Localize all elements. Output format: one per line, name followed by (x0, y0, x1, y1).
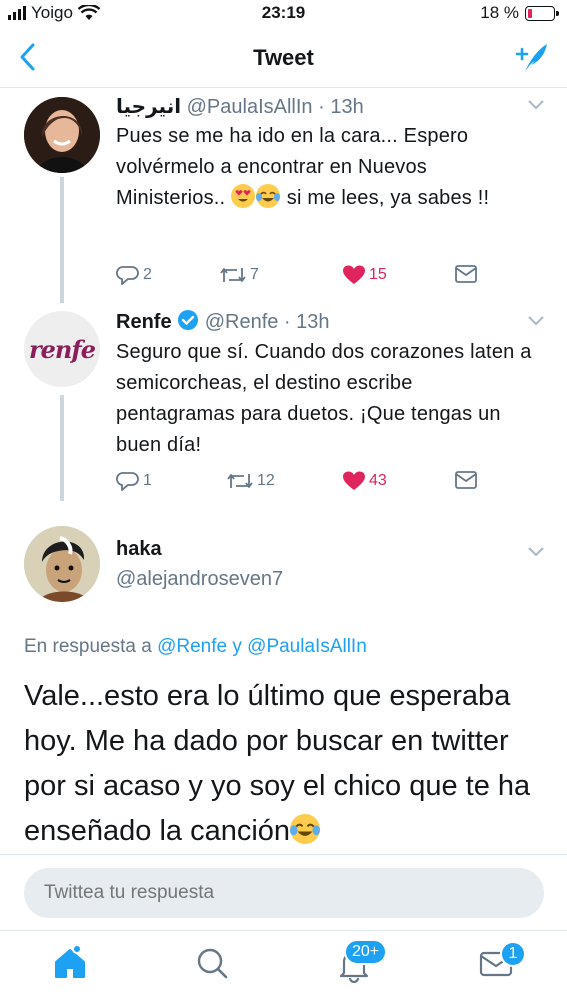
heart-icon (343, 265, 365, 284)
compose-icon[interactable] (513, 40, 549, 76)
reply-icon (116, 472, 139, 491)
main-tweet-text-body: Vale...esto era lo último que esperaba h… (24, 680, 531, 847)
heart-icon (343, 471, 365, 490)
avatar[interactable]: renfe (24, 311, 100, 387)
tweet-text: Seguro que sí. Cuando dos corazones late… (116, 341, 532, 456)
status-bar: Yoigo 23:19 18 % (0, 0, 567, 28)
main-tweet-handle[interactable]: @alejandroseven7 (116, 568, 283, 591)
reply-count: 1 (143, 472, 152, 489)
dm-icon (455, 265, 477, 283)
tweet-paula[interactable]: انيرجيا @PaulaIsAllIn · 13h Pues se me h… (0, 89, 567, 303)
tears-of-joy-emoji (290, 814, 321, 844)
reply-button[interactable]: 1 (116, 470, 152, 492)
main-tweet-text: Vale...esto era lo último que esperaba h… (24, 674, 544, 854)
reply-prefix: En respuesta a (24, 636, 158, 657)
retweet-count: 7 (250, 266, 259, 283)
thread-line (60, 395, 64, 501)
nav-bar: Tweet (0, 28, 567, 88)
reply-count: 2 (143, 266, 152, 283)
page-title: Tweet (253, 45, 314, 70)
reply-input[interactable] (24, 868, 544, 918)
notifications-badge: 20+ (344, 939, 388, 965)
battery-status: 18 % (480, 3, 559, 23)
handle-time: @Renfe · 13h (204, 311, 330, 333)
reply-and: y (227, 636, 248, 657)
reply-icon (116, 266, 139, 285)
handle-time: @PaulaIsAllIn · 13h (186, 96, 364, 118)
display-name[interactable]: Renfe (116, 311, 172, 333)
retweet-button[interactable]: 7 (219, 264, 259, 286)
battery-percent: 18 % (480, 3, 519, 22)
dm-icon (455, 471, 477, 489)
avatar[interactable] (24, 526, 100, 602)
tab-messages[interactable]: 1 (476, 941, 526, 988)
heart-eyes-emoji (231, 184, 256, 208)
tab-search[interactable] (192, 943, 232, 988)
reply-context: En respuesta a @Renfe y @PaulaIsAllIn (24, 636, 367, 658)
chevron-down-icon[interactable] (527, 546, 545, 558)
reply-bar (0, 854, 567, 930)
like-count: 43 (369, 472, 387, 489)
battery-icon (525, 5, 559, 21)
thread-line (60, 177, 64, 303)
mention-renfe[interactable]: @Renfe (157, 636, 227, 657)
dm-button[interactable] (454, 470, 478, 490)
retweet-icon (220, 268, 246, 282)
home-icon (55, 944, 85, 978)
like-count: 15 (369, 266, 387, 283)
retweet-count: 12 (257, 472, 275, 489)
like-button[interactable]: 15 (342, 264, 387, 286)
tab-bar: 20+ 1 (0, 930, 567, 1000)
dm-button[interactable] (454, 264, 478, 284)
chevron-down-icon[interactable] (527, 315, 545, 327)
like-button[interactable]: 43 (342, 470, 387, 492)
verified-icon (178, 310, 199, 330)
renfe-logo: renfe (29, 334, 96, 364)
chevron-down-icon[interactable] (527, 99, 545, 111)
messages-badge: 1 (500, 941, 526, 967)
tweet-renfe[interactable]: renfe Renfe @Renfe · 13h Seguro que sí. … (0, 303, 567, 518)
tweet-actions: 1 12 43 (116, 470, 496, 496)
display-name[interactable]: انيرجيا (116, 96, 181, 118)
reply-button[interactable]: 2 (116, 264, 152, 286)
avatar[interactable] (24, 97, 100, 173)
search-icon (197, 948, 228, 979)
tweet-actions: 2 7 15 (116, 264, 496, 290)
tweet-text-part: si me lees, ya sabes !! (281, 187, 490, 209)
tears-of-joy-emoji (256, 184, 281, 208)
tweet-header: انيرجيا @PaulaIsAllIn · 13h (116, 94, 364, 119)
mention-paula[interactable]: @PaulaIsAllIn (247, 636, 367, 657)
tab-notifications[interactable]: 20+ (334, 939, 388, 988)
tweet-header: Renfe @Renfe · 13h (116, 309, 330, 334)
main-tweet-name[interactable]: haka (116, 538, 162, 561)
tab-home[interactable] (50, 943, 90, 988)
tweet-text: Pues se me ha ido en la cara... Espero v… (116, 121, 536, 214)
retweet-button[interactable]: 12 (226, 470, 275, 492)
retweet-icon (227, 474, 253, 488)
